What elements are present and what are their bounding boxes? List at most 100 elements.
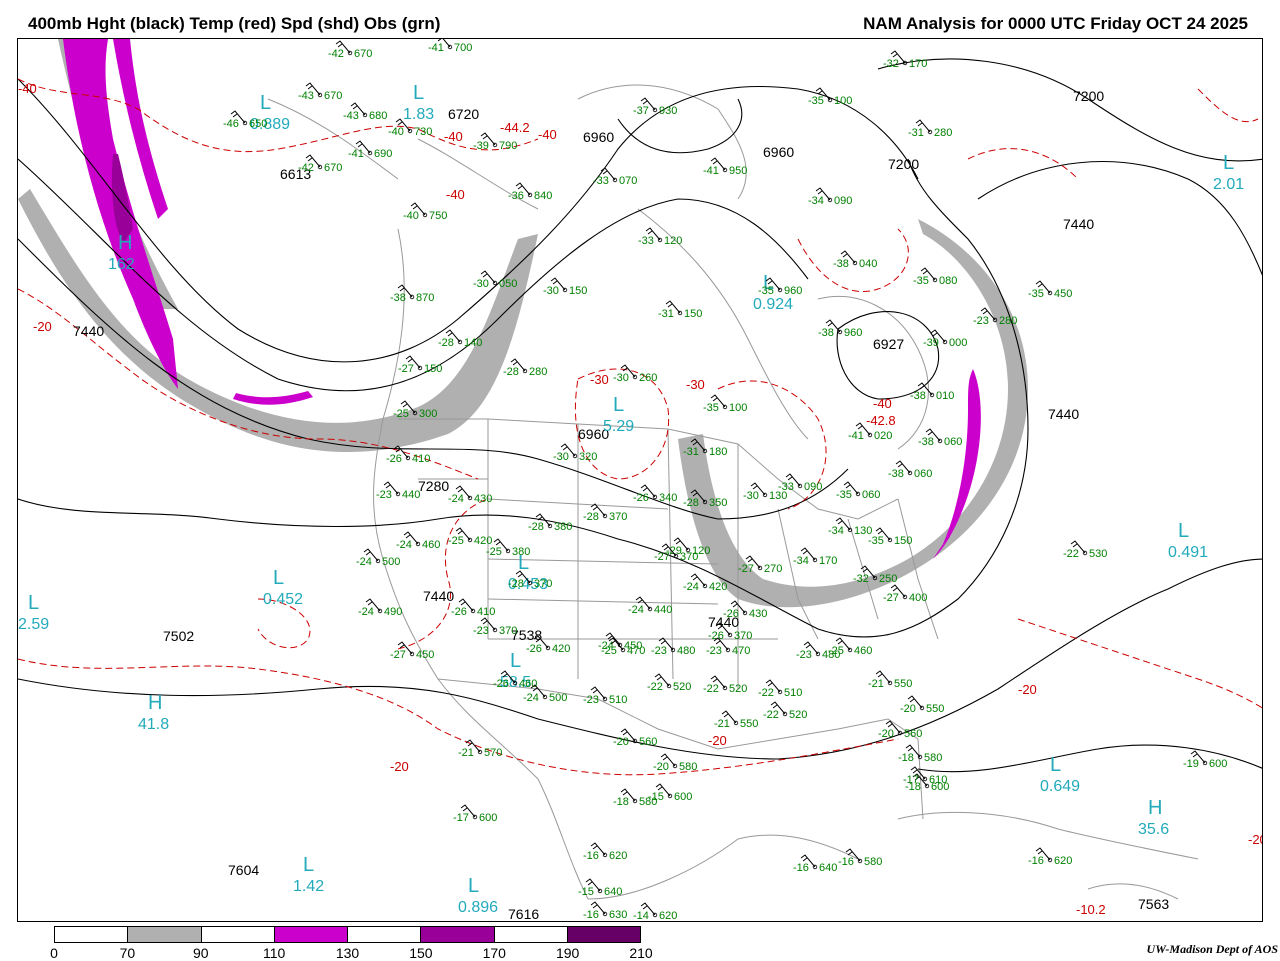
obs-temperature: -28	[683, 497, 699, 509]
station-observation: -35 450	[1028, 280, 1072, 300]
obs-height: 620	[659, 910, 677, 922]
obs-temperature: -15	[578, 886, 594, 898]
station-observation: -38 060	[888, 460, 932, 480]
obs-height: 620	[609, 850, 627, 862]
low-center-marker: L	[468, 875, 479, 897]
colorbar-tick-label: 210	[629, 945, 653, 961]
temperature-label: -40	[873, 396, 892, 411]
center-value-label: 0.491	[1168, 544, 1208, 561]
obs-height: 070	[619, 175, 637, 187]
temperature-label: -20	[33, 319, 52, 334]
obs-height: 620	[1054, 855, 1072, 867]
center-value-label: 0.649	[1040, 778, 1080, 795]
obs-height: 550	[894, 678, 912, 690]
temperature-label: -44.2	[500, 120, 530, 135]
obs-temperature: -33	[593, 175, 609, 187]
obs-height: 960	[844, 327, 862, 339]
low-center-marker: L	[1178, 520, 1189, 542]
low-center-marker: L	[510, 650, 521, 672]
temperature-contour	[967, 148, 1079, 180]
obs-height: 170	[909, 58, 927, 70]
obs-height: 520	[673, 681, 691, 693]
station-observation: -24 430	[448, 485, 492, 505]
obs-temperature: -40	[403, 210, 419, 222]
station-observation: -41 700	[428, 39, 472, 54]
obs-height: 090	[804, 481, 822, 493]
obs-height: 700	[454, 42, 472, 54]
temperature-contour	[18, 288, 479, 480]
obs-temperature: -26	[451, 606, 467, 618]
station-observation: -40 750	[403, 202, 447, 222]
obs-height: 050	[499, 278, 517, 290]
obs-temperature: -27	[654, 551, 670, 563]
station-observation: -35 100	[703, 394, 747, 414]
obs-height: 060	[914, 468, 932, 480]
obs-height: 380	[512, 546, 530, 558]
temperature-label: -40	[446, 187, 465, 202]
obs-temperature: -27	[738, 563, 754, 575]
station-observation: -43 670	[298, 82, 342, 102]
station-observation: -34 090	[808, 187, 852, 207]
obs-temperature: -41	[848, 430, 864, 442]
obs-temperature: -32	[853, 573, 869, 585]
station-observation: -25 420	[448, 527, 492, 547]
obs-temperature: -27	[390, 649, 406, 661]
obs-temperature: -23	[796, 649, 812, 661]
obs-temperature: -30	[553, 451, 569, 463]
obs-temperature: -17	[453, 812, 469, 824]
center-value-label: 2.01	[1213, 176, 1244, 193]
station-observation: -25 460	[828, 637, 872, 657]
height-label: 7604	[228, 862, 259, 878]
obs-temperature: -38	[888, 468, 904, 480]
obs-height: 270	[764, 563, 782, 575]
obs-height: 640	[604, 886, 622, 898]
obs-temperature: -23	[583, 694, 599, 706]
obs-temperature: -25	[393, 408, 409, 420]
colorbar-segment	[274, 927, 348, 942]
obs-temperature: -22	[703, 683, 719, 695]
obs-height: 950	[729, 165, 747, 177]
temperature-label: -10.2	[1076, 902, 1106, 917]
station-observation: -36 840	[508, 182, 552, 202]
obs-temperature: -26	[386, 453, 402, 465]
obs-temperature: -28	[583, 511, 599, 523]
obs-temperature: -24	[358, 606, 374, 618]
temperature-label: -30	[590, 372, 609, 387]
obs-temperature: -20	[653, 761, 669, 773]
obs-height: 140	[464, 337, 482, 349]
height-label: 7280	[418, 478, 449, 494]
obs-height: 370	[680, 551, 698, 563]
station-observation: -22 510	[758, 679, 802, 699]
obs-temperature: -33	[638, 235, 654, 247]
obs-temperature: -31	[658, 308, 674, 320]
obs-temperature: -21	[458, 747, 474, 759]
obs-temperature: -26	[493, 678, 509, 690]
temperature-contours	[18, 78, 1262, 776]
weather-map: 7200 7200 7440 7440 7440 7440 6960 6960 6720 6613…	[17, 38, 1263, 922]
station-observation: -16 640	[793, 854, 837, 874]
station-observation: -41 690	[348, 140, 392, 160]
station-observation: -28 280	[503, 358, 547, 378]
obs-temperature: -15	[648, 791, 664, 803]
low-center-marker: L	[303, 854, 314, 876]
obs-height: 650	[249, 118, 267, 130]
obs-temperature: -33	[778, 481, 794, 493]
obs-temperature: -42	[328, 48, 344, 60]
obs-height: 080	[939, 275, 957, 287]
height-label: 7440	[1063, 216, 1094, 232]
station-observation: -17 600	[453, 804, 497, 824]
colorbar-tick-label: 190	[555, 945, 580, 961]
obs-height: 690	[374, 148, 392, 160]
obs-height: 600	[479, 812, 497, 824]
chart-title-left: 400mb Hght (black) Temp (red) Spd (shd) …	[28, 14, 441, 33]
station-observation: -24 500	[356, 548, 400, 568]
colorbar-segment	[348, 927, 422, 942]
colorbar-tick-label: 90	[192, 945, 209, 961]
obs-height: 150	[684, 308, 702, 320]
obs-height: 350	[709, 497, 727, 509]
wind-speed-colorbar	[54, 926, 641, 943]
obs-temperature: -26	[526, 643, 542, 655]
low-center-marker: L	[413, 82, 424, 104]
obs-temperature: -22	[763, 709, 779, 721]
colorbar-tick-label: 170	[482, 945, 506, 961]
